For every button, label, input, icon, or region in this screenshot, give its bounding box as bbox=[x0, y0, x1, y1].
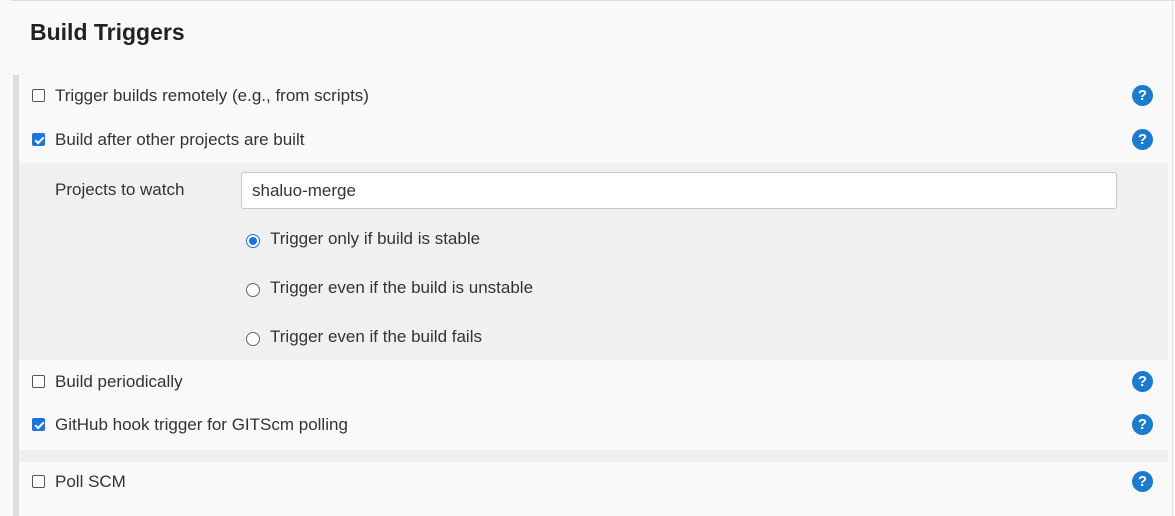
poll-scm-label[interactable]: Poll SCM bbox=[55, 472, 126, 492]
radio-fails[interactable] bbox=[246, 332, 260, 346]
build-after-checkbox[interactable] bbox=[32, 133, 45, 146]
radio-fails-label[interactable]: Trigger even if the build fails bbox=[270, 327, 482, 347]
build-after-row: Build after other projects are built ? bbox=[19, 120, 1172, 160]
projects-to-watch-label: Projects to watch bbox=[55, 180, 185, 199]
radio-unstable[interactable] bbox=[246, 283, 260, 297]
section-title: Build Triggers bbox=[30, 19, 185, 45]
build-after-options-panel: Projects to watch Trigger only if build … bbox=[19, 163, 1168, 360]
trigger-remote-row: Trigger builds remotely (e.g., from scri… bbox=[19, 76, 1172, 116]
radio-unstable-label[interactable]: Trigger even if the build is unstable bbox=[270, 278, 533, 298]
top-divider bbox=[11, 0, 1175, 1]
help-icon[interactable]: ? bbox=[1132, 371, 1153, 392]
radio-stable[interactable] bbox=[246, 234, 260, 248]
trigger-remote-label[interactable]: Trigger builds remotely (e.g., from scri… bbox=[55, 86, 369, 106]
help-icon[interactable]: ? bbox=[1132, 414, 1153, 435]
build-periodically-checkbox[interactable] bbox=[32, 375, 45, 388]
help-icon[interactable]: ? bbox=[1132, 129, 1153, 150]
right-border bbox=[1172, 0, 1173, 516]
trigger-remote-checkbox[interactable] bbox=[32, 89, 45, 102]
help-icon[interactable]: ? bbox=[1132, 85, 1153, 106]
poll-scm-checkbox[interactable] bbox=[32, 475, 45, 488]
help-icon[interactable]: ? bbox=[1132, 471, 1153, 492]
section-separator bbox=[19, 450, 1168, 462]
poll-scm-row: Poll SCM ? bbox=[19, 462, 1172, 502]
build-periodically-label[interactable]: Build periodically bbox=[55, 372, 183, 392]
radio-stable-label[interactable]: Trigger only if build is stable bbox=[270, 229, 480, 249]
build-after-label[interactable]: Build after other projects are built bbox=[55, 130, 304, 150]
projects-to-watch-input[interactable] bbox=[241, 172, 1117, 209]
github-hook-row: GitHub hook trigger for GITScm polling ? bbox=[19, 405, 1172, 445]
github-hook-label[interactable]: GitHub hook trigger for GITScm polling bbox=[55, 415, 348, 435]
github-hook-checkbox[interactable] bbox=[32, 418, 45, 431]
build-periodically-row: Build periodically ? bbox=[19, 362, 1172, 402]
